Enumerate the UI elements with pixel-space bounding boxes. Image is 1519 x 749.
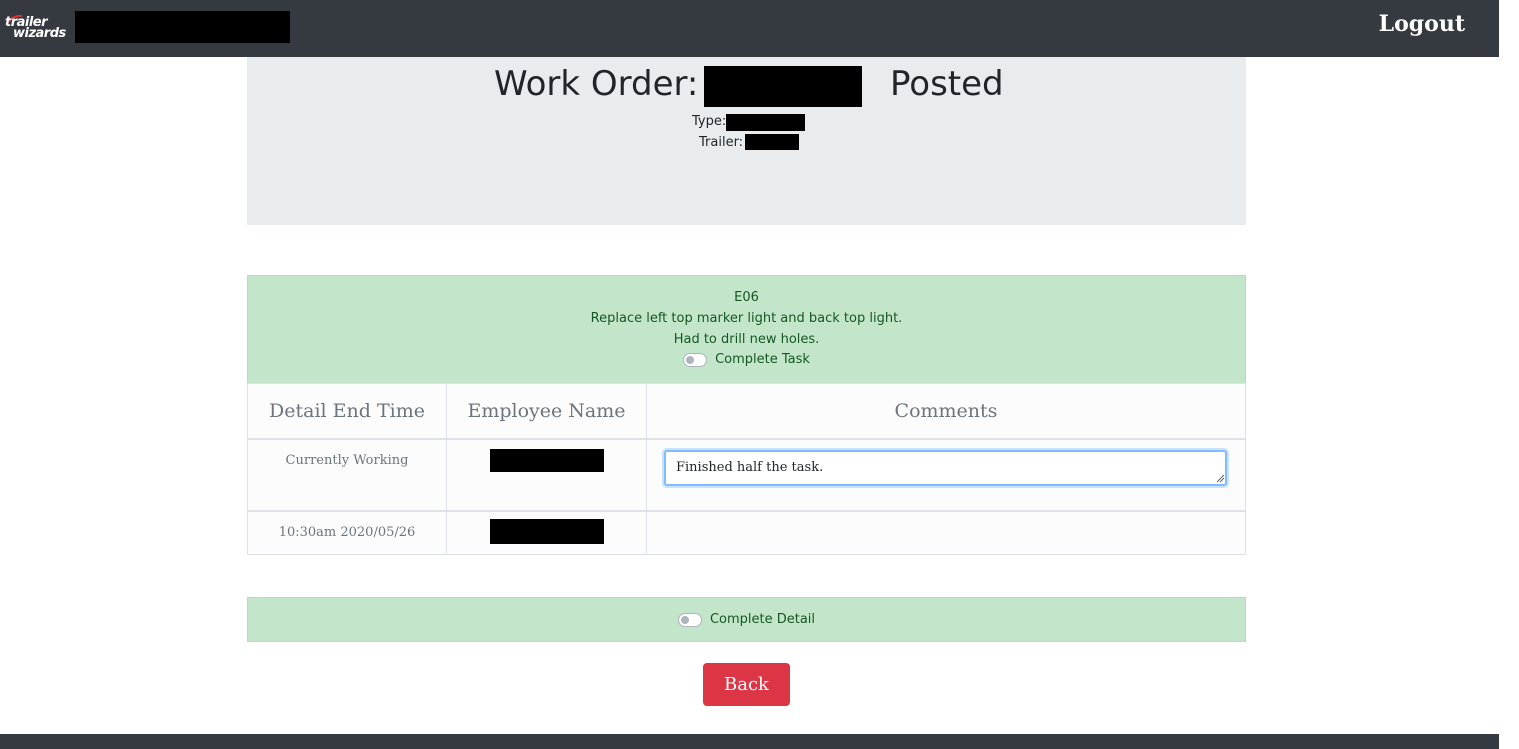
redacted-employee-name bbox=[490, 449, 604, 472]
complete-detail-label[interactable]: Complete Detail bbox=[710, 612, 815, 627]
complete-detail-card: Complete Detail bbox=[247, 597, 1246, 642]
work-order-title: Work Order: bbox=[494, 64, 699, 104]
redacted-employee-name bbox=[490, 519, 604, 544]
logout-link[interactable]: Logout bbox=[1379, 11, 1465, 37]
task-note: Had to drill new holes. bbox=[673, 332, 820, 347]
type-label: Type: bbox=[692, 114, 727, 129]
task-description: Replace left top marker light and back t… bbox=[590, 311, 903, 326]
task-code: E06 bbox=[734, 290, 759, 305]
complete-task-toggle[interactable] bbox=[683, 353, 708, 367]
redacted-work-order-number bbox=[704, 66, 862, 107]
table-cell-end-time: Currently Working bbox=[247, 439, 447, 511]
top-navbar: trailer wizards Logout bbox=[0, 0, 1499, 57]
complete-task-row: Complete Task bbox=[248, 352, 1245, 372]
work-order-status: Posted bbox=[890, 64, 1004, 104]
redacted-trailer-value bbox=[745, 134, 799, 150]
toggle-knob bbox=[680, 615, 689, 624]
column-header-employee-name: Employee Name bbox=[446, 383, 647, 439]
table-cell-comment bbox=[646, 511, 1246, 555]
logo-line2: wizards bbox=[13, 26, 66, 41]
column-header-comments: Comments bbox=[646, 383, 1246, 439]
complete-task-label[interactable]: Complete Task bbox=[715, 352, 810, 368]
footer-bar bbox=[0, 734, 1499, 749]
comment-input[interactable] bbox=[664, 450, 1227, 486]
table-cell-end-time: 10:30am 2020/05/26 bbox=[247, 511, 447, 555]
redacted-type-value bbox=[726, 114, 805, 131]
toggle-knob bbox=[686, 356, 695, 364]
redacted-username bbox=[75, 11, 290, 43]
complete-detail-toggle[interactable] bbox=[677, 612, 702, 627]
resize-grip-icon[interactable] bbox=[1216, 474, 1225, 483]
column-header-detail-end-time: Detail End Time bbox=[247, 383, 447, 439]
back-button[interactable]: Back bbox=[703, 663, 790, 706]
task-card: E06 Replace left top marker light and ba… bbox=[247, 275, 1246, 384]
trailer-wizards-logo[interactable]: trailer wizards bbox=[4, 13, 66, 43]
trailer-label: Trailer: bbox=[699, 135, 744, 150]
